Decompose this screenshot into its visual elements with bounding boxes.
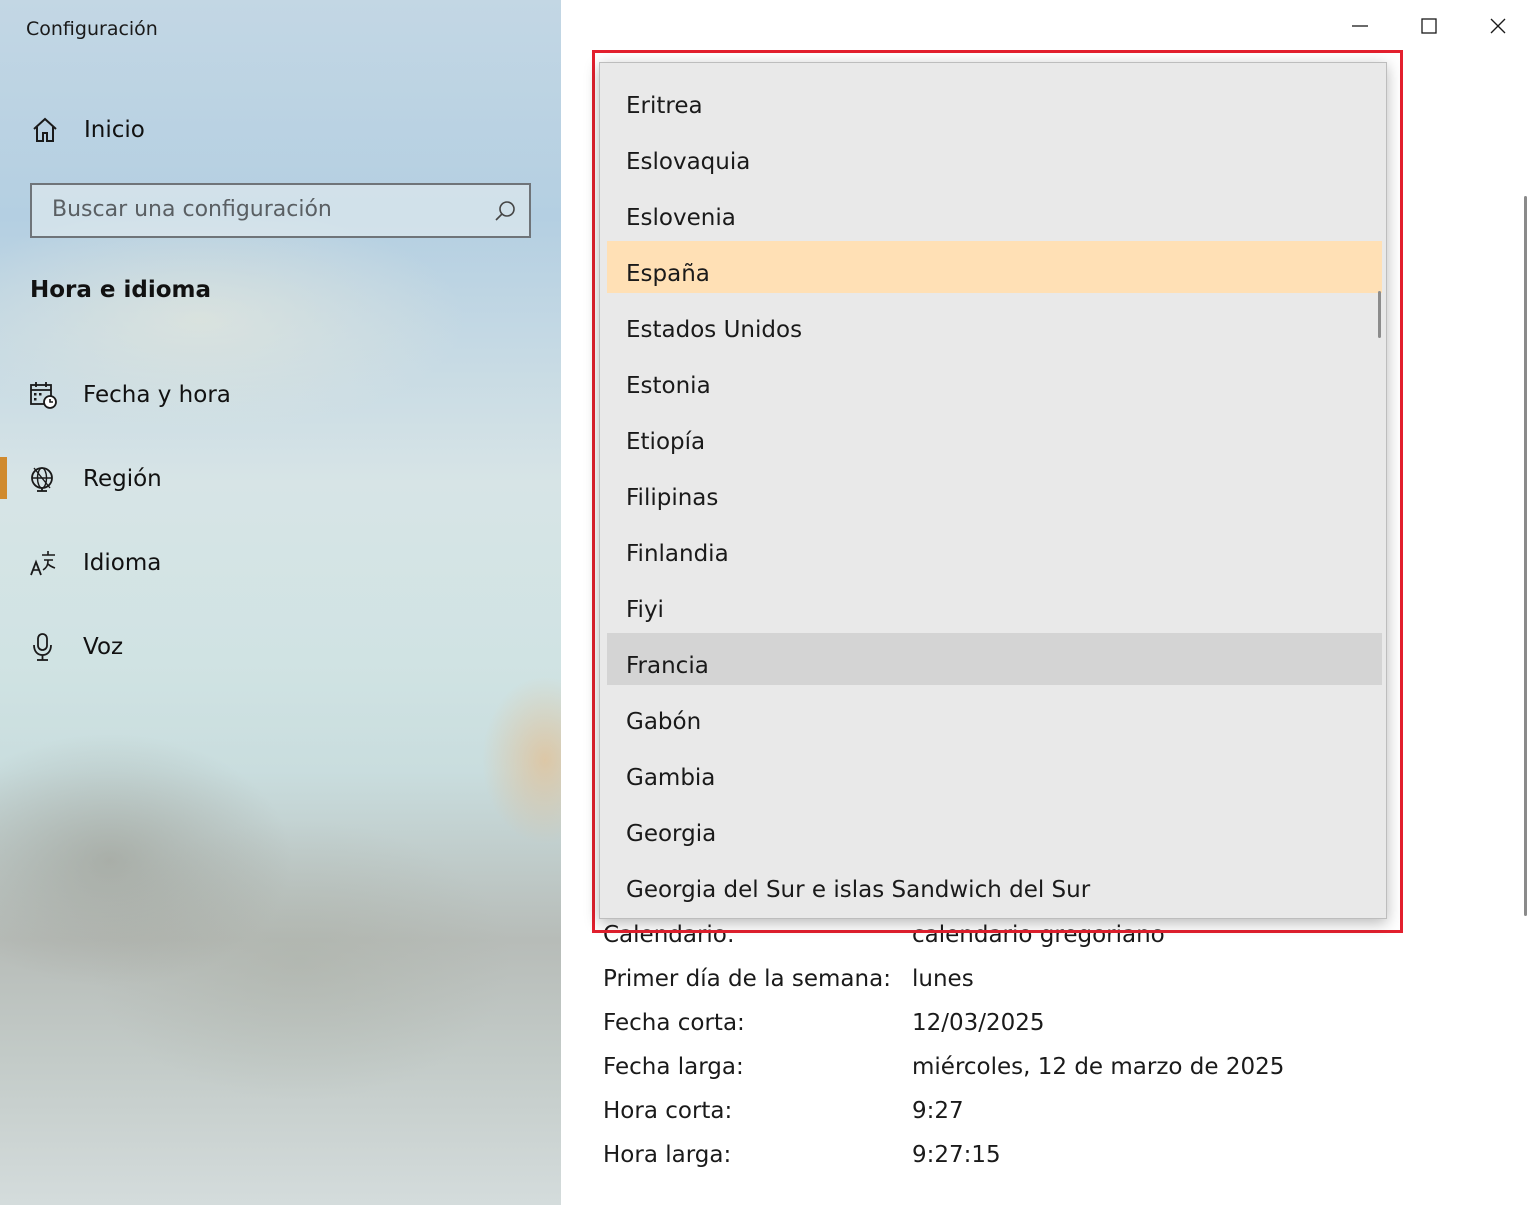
option-label: España [626, 261, 710, 287]
format-value: lunes [912, 966, 974, 992]
dropdown-option-gambia[interactable]: Gambia [607, 745, 1382, 797]
format-label: Fecha larga: [603, 1054, 744, 1080]
dropdown-option-francia[interactable]: Francia [607, 633, 1382, 685]
format-value: 9:27 [912, 1098, 964, 1124]
search-placeholder: Buscar una configuración [52, 197, 332, 222]
sidebar-item-region[interactable]: Región [0, 449, 561, 509]
format-label: Primer día de la semana: [603, 966, 891, 992]
format-row: Hora larga: 9:27:15 [603, 1136, 1463, 1176]
globe-icon [31, 467, 53, 492]
close-button[interactable] [1464, 0, 1533, 52]
dropdown-option-estonia[interactable]: Estonia [607, 353, 1382, 405]
sidebar-item-voz[interactable]: Voz [0, 617, 561, 677]
maximize-icon [1421, 18, 1437, 34]
option-label: Finlandia [626, 541, 729, 567]
format-row: Fecha larga: miércoles, 12 de marzo de 2… [603, 1048, 1463, 1088]
sidebar-item-label: Región [83, 466, 162, 492]
dropdown-option-eslovaquia[interactable]: Eslovaquia [607, 129, 1382, 181]
sidebar: Configuración Inicio Buscar una configur… [0, 0, 561, 1205]
format-label: Fecha corta: [603, 1010, 745, 1036]
option-label: Georgia [626, 821, 717, 847]
option-label: Estonia [626, 373, 711, 399]
option-label: Gambia [626, 765, 716, 791]
option-label: Eslovaquia [626, 149, 751, 175]
sidebar-item-label: Voz [83, 634, 124, 660]
option-label: Georgia del Sur e islas Sandwich del Sur [626, 877, 1091, 903]
home-label: Inicio [84, 117, 145, 143]
option-label: Eritrea [626, 93, 703, 119]
search-input[interactable]: Buscar una configuración [30, 183, 531, 238]
dropdown-option-gabon[interactable]: Gabón [607, 689, 1382, 741]
dropdown-option-finlandia[interactable]: Finlandia [607, 521, 1382, 573]
dropdown-scroll-thumb[interactable] [1378, 291, 1381, 338]
format-value: 9:27:15 [912, 1142, 1001, 1168]
close-icon [1490, 18, 1506, 34]
sidebar-item-label: Idioma [83, 550, 162, 576]
dropdown-option-etiopia[interactable]: Etiopía [607, 409, 1382, 461]
option-label: Filipinas [626, 485, 719, 511]
calendar-clock-icon [30, 382, 57, 409]
option-label: Estados Unidos [626, 317, 803, 343]
microphone-icon [33, 633, 52, 661]
option-label: Fiyi [626, 597, 664, 623]
minimize-button[interactable] [1326, 0, 1395, 52]
sidebar-item-idioma[interactable]: Idioma [0, 533, 561, 593]
option-label: Francia [626, 653, 709, 679]
format-row: Fecha corta: 12/03/2025 [603, 1004, 1463, 1044]
search-icon [495, 201, 515, 221]
minimize-icon [1352, 25, 1368, 27]
format-value: miércoles, 12 de marzo de 2025 [912, 1054, 1285, 1080]
dropdown-option-georgia[interactable]: Georgia [607, 801, 1382, 853]
home-link[interactable]: Inicio [30, 112, 145, 148]
dropdown-option-georgia-del-sur[interactable]: Georgia del Sur e islas Sandwich del Sur [607, 857, 1382, 909]
format-row: Primer día de la semana: lunes [603, 960, 1463, 1000]
format-value: 12/03/2025 [912, 1010, 1045, 1036]
format-row: Hora corta: 9:27 [603, 1092, 1463, 1132]
dropdown-option-eslovenia[interactable]: Eslovenia [607, 185, 1382, 237]
dropdown-option-espana[interactable]: España [607, 241, 1382, 293]
section-title: Hora e idioma [30, 277, 212, 303]
language-icon [30, 551, 56, 576]
format-label: Hora corta: [603, 1098, 733, 1124]
dropdown-option-filipinas[interactable]: Filipinas [607, 465, 1382, 517]
dropdown-option-fiyi[interactable]: Fiyi [607, 577, 1382, 629]
dropdown-option-estados-unidos[interactable]: Estados Unidos [607, 297, 1382, 349]
window-title: Configuración [26, 18, 158, 40]
maximize-button[interactable] [1395, 0, 1464, 52]
format-label: Hora larga: [603, 1142, 732, 1168]
window-controls [1326, 0, 1533, 52]
option-label: Etiopía [626, 429, 706, 455]
option-label: Eslovenia [626, 205, 736, 231]
country-dropdown-list[interactable]: Eritrea Eslovaquia Eslovenia España Esta… [599, 62, 1387, 919]
option-label: Gabón [626, 709, 702, 735]
main-scrollbar[interactable] [1524, 196, 1527, 916]
home-icon [33, 117, 57, 142]
dropdown-option-eritrea[interactable]: Eritrea [607, 73, 1382, 125]
sidebar-item-label: Fecha y hora [83, 382, 231, 408]
sidebar-item-fecha-y-hora[interactable]: Fecha y hora [0, 365, 561, 425]
